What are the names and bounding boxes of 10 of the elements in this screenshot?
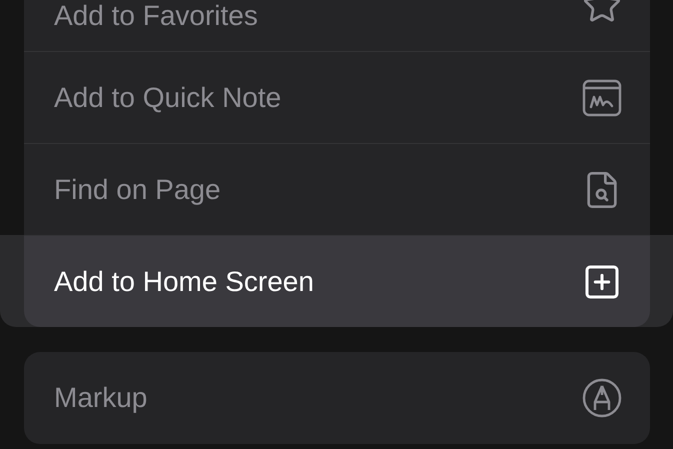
menu-item[interactable]: Add to Quick Note [24,51,650,143]
menu-item-label: Add to Favorites [54,0,258,32]
menu-item[interactable]: Add to Favorites [24,0,650,51]
menu-item-label: Add to Quick Note [54,82,282,114]
menu-item[interactable]: Markup [24,352,650,444]
pen-tip-icon [582,378,622,418]
menu-item-label: Markup [54,382,148,414]
menu-item-label: Find on Page [54,174,221,206]
menu-item-label: Add to Home Screen [54,266,314,298]
note-icon [582,78,622,118]
